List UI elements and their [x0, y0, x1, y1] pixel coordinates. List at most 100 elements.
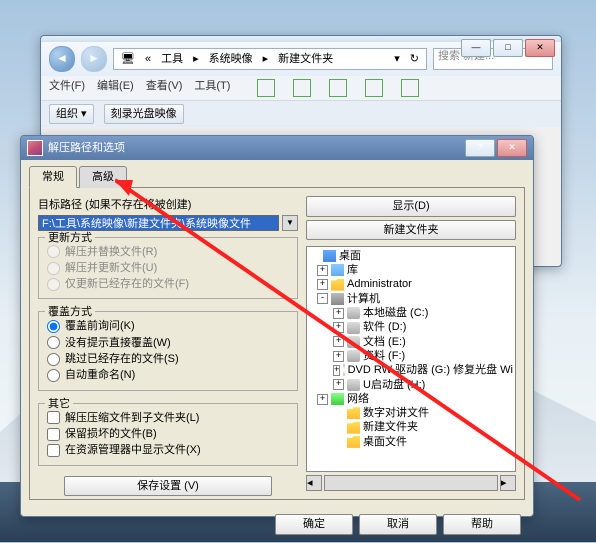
tree-label: 资料 (F:) [363, 349, 405, 363]
path-dropdown[interactable]: ▼ [282, 215, 298, 231]
cmp-icon [331, 293, 344, 305]
tree-node[interactable]: + 软件 (D:) [309, 320, 513, 334]
menu-view[interactable]: 查看(V) [146, 79, 183, 97]
opt-subfolder[interactable]: 解压压缩文件到子文件夹(L) [47, 410, 289, 426]
toolbar-icon[interactable] [257, 79, 275, 97]
scroll-track[interactable] [324, 475, 498, 491]
tree-node[interactable]: 桌面文件 [309, 435, 513, 449]
scroll-right[interactable]: ▸ [500, 475, 516, 491]
tree-node[interactable]: 桌面 [309, 249, 513, 263]
help-button[interactable]: 帮助 [443, 514, 521, 534]
expand-icon[interactable]: + [333, 322, 344, 333]
toolbar-icon[interactable] [365, 79, 383, 97]
expand-icon[interactable]: + [333, 308, 344, 319]
maximize-button[interactable]: □ [493, 39, 523, 57]
tree-node[interactable]: + U启动盘 (H:) [309, 378, 513, 392]
drv-icon [347, 322, 360, 334]
opt-extract-update[interactable]: 解压并更新文件(U) [47, 260, 289, 276]
folder-tree[interactable]: 桌面+库+Administrator-计算机+本地磁盘 (C:)+软件 (D:)… [306, 246, 516, 472]
tree-label: 本地磁盘 (C:) [363, 306, 428, 320]
path-input[interactable] [38, 215, 279, 231]
expand-icon[interactable]: + [333, 365, 340, 376]
tree-label: U启动盘 (H:) [363, 378, 425, 392]
tree-node[interactable]: + 本地磁盘 (C:) [309, 306, 513, 320]
dialog-help-button[interactable]: ? [465, 139, 495, 157]
dsk-icon [323, 250, 336, 262]
toolbar-icon[interactable] [401, 79, 419, 97]
tree-node[interactable]: + DVD RW 驱动器 (G:) 修复光盘 Wi [309, 363, 513, 377]
opt-extract-replace[interactable]: 解压并替换文件(R) [47, 244, 289, 260]
group-title: 覆盖方式 [45, 305, 95, 319]
dialog-title: 解压路径和选项 [48, 141, 125, 155]
menu-file[interactable]: 文件(F) [49, 79, 85, 97]
menu-tools[interactable]: 工具(T) [194, 79, 230, 97]
toolbar-icon[interactable] [293, 79, 311, 97]
tab-general[interactable]: 常规 [29, 166, 77, 188]
tree-node[interactable]: 数字对讲文件 [309, 406, 513, 420]
drv-icon [347, 307, 360, 319]
tree-node[interactable]: 新建文件夹 [309, 420, 513, 434]
tree-label: 数字对讲文件 [363, 406, 429, 420]
tree-node[interactable]: + 资料 (F:) [309, 349, 513, 363]
opt-ask-overwrite[interactable]: 覆盖前询问(K) [47, 318, 289, 334]
tree-label: 库 [347, 263, 358, 277]
new-folder-button[interactable]: 新建文件夹 [306, 220, 516, 240]
tree-node[interactable]: -计算机 [309, 292, 513, 306]
tree-label: 桌面文件 [363, 435, 407, 449]
tree-label: 软件 (D:) [363, 320, 406, 334]
back-button[interactable]: ◄ [49, 46, 75, 72]
cancel-button[interactable]: 取消 [359, 514, 437, 534]
tree-node[interactable]: + Administrator [309, 277, 513, 291]
tree-node[interactable]: +库 [309, 263, 513, 277]
minimize-button[interactable]: — [461, 39, 491, 57]
drv-icon [347, 379, 360, 391]
expand-icon[interactable]: + [333, 379, 344, 390]
computer-icon: 🖥 [118, 52, 138, 66]
close-button[interactable]: ✕ [525, 39, 555, 57]
tree-label: 文档 (E:) [363, 335, 406, 349]
tree-label: Administrator [347, 277, 412, 291]
fld-icon [347, 436, 360, 448]
tab-advanced[interactable]: 高级 [79, 166, 127, 188]
extract-dialog: 解压路径和选项 ? ✕ 常规 高级 目标路径 (如果不存在将被创建) ▼ 更新方… [20, 135, 534, 517]
forward-button[interactable]: ► [81, 46, 107, 72]
dialog-close-button[interactable]: ✕ [497, 139, 527, 157]
expand-icon[interactable]: + [333, 351, 344, 362]
lib-icon [331, 264, 344, 276]
expand-icon[interactable]: - [317, 293, 328, 304]
tree-node[interactable]: + 网络 [309, 392, 513, 406]
drv-icon [347, 350, 360, 362]
ok-button[interactable]: 确定 [275, 514, 353, 534]
menu-bar: 文件(F) 编辑(E) 查看(V) 工具(T) [41, 76, 561, 101]
tree-label: 桌面 [339, 249, 361, 263]
scroll-left[interactable]: ◂ [306, 475, 322, 491]
app-icon [27, 140, 43, 156]
opt-show-explorer[interactable]: 在资源管理器中显示文件(X) [47, 442, 289, 458]
opt-update-existing[interactable]: 仅更新已经存在的文件(F) [47, 276, 289, 292]
dvd-icon [343, 364, 344, 376]
tree-label: 网络 [347, 392, 369, 406]
show-button[interactable]: 显示(D) [306, 196, 516, 216]
tree-node[interactable]: + 文档 (E:) [309, 335, 513, 349]
fld-icon [331, 279, 344, 291]
toolbar-icon[interactable] [329, 79, 347, 97]
menu-edit[interactable]: 编辑(E) [97, 79, 134, 97]
expand-icon[interactable]: + [317, 394, 328, 405]
opt-skip-existing[interactable]: 跳过已经存在的文件(S) [47, 351, 289, 367]
save-settings-button[interactable]: 保存设置 (V) [64, 476, 272, 496]
opt-keep-broken[interactable]: 保留损坏的文件(B) [47, 426, 289, 442]
path-label: 目标路径 (如果不存在将被创建) [38, 198, 298, 212]
expand-icon[interactable]: + [333, 336, 344, 347]
tree-label: DVD RW 驱动器 (G:) 修复光盘 Wi [348, 363, 513, 377]
path-bar[interactable]: 🖥« 工具▸ 系统映像▸ 新建文件夹 ▾↻ [113, 48, 427, 70]
expand-icon[interactable]: + [317, 279, 328, 290]
drv-icon [347, 336, 360, 348]
burn-button[interactable]: 刻录光盘映像 [104, 104, 184, 124]
net-icon [331, 393, 344, 405]
tree-label: 新建文件夹 [363, 420, 418, 434]
opt-no-prompt[interactable]: 没有提示直接覆盖(W) [47, 335, 289, 351]
group-title: 更新方式 [45, 231, 95, 245]
expand-icon[interactable]: + [317, 265, 328, 276]
organize-button[interactable]: 组织 ▾ [49, 104, 94, 124]
opt-auto-rename[interactable]: 自动重命名(N) [47, 367, 289, 383]
